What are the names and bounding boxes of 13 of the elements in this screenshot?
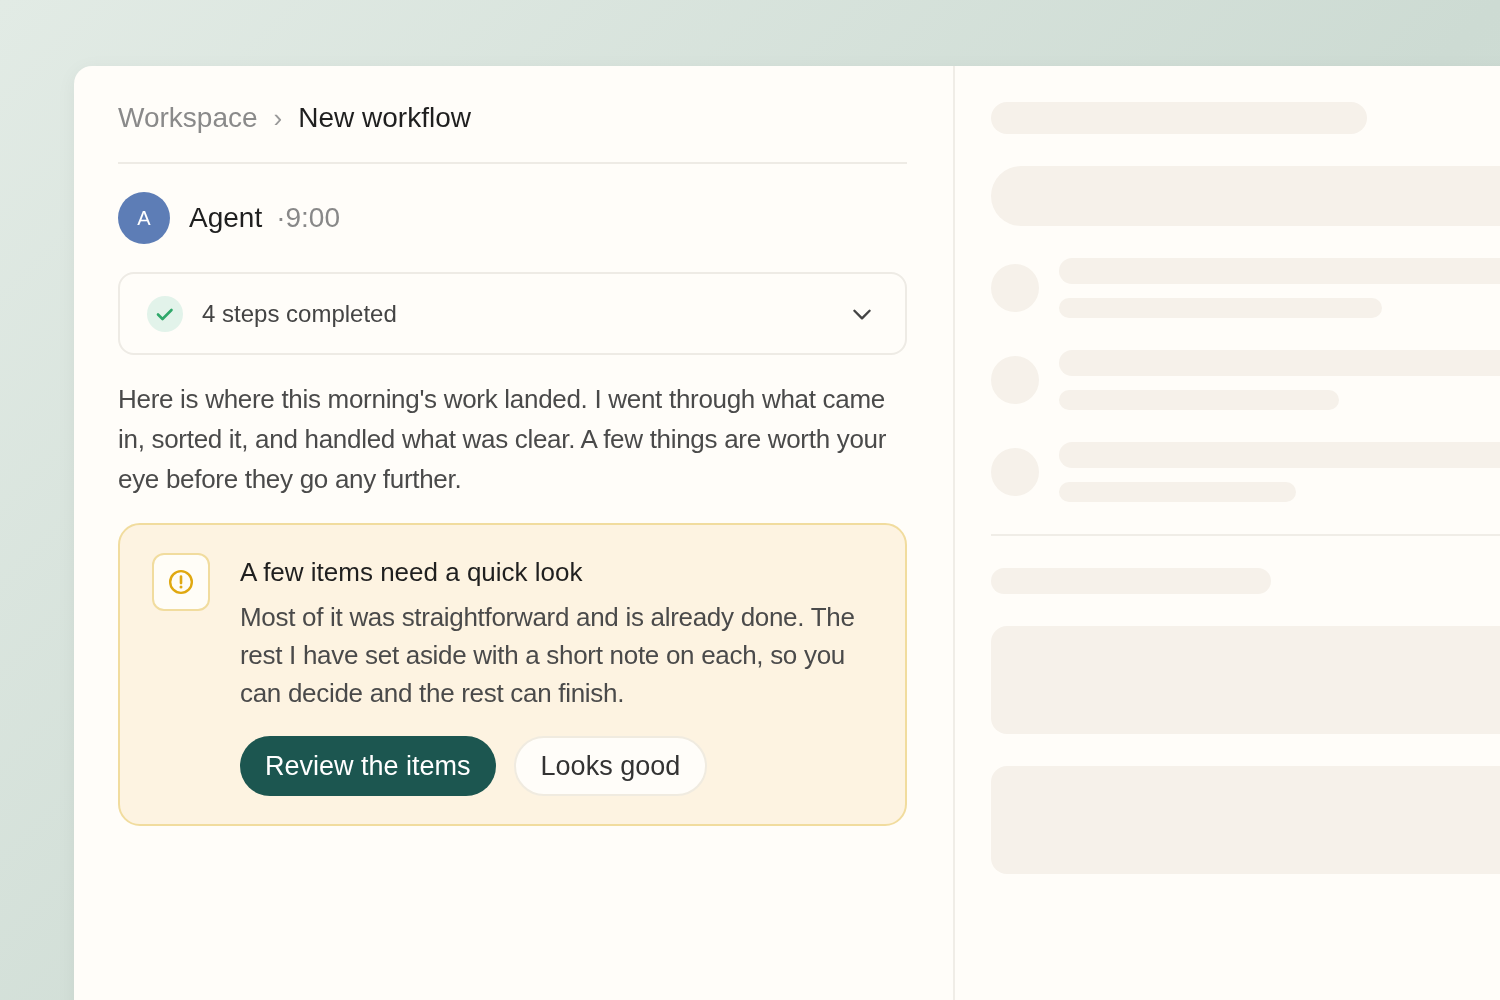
notice-title: A few items need a quick look [240, 557, 584, 588]
check-icon [147, 295, 183, 332]
author-name: Agent [189, 202, 263, 234]
warning-icon [152, 553, 210, 611]
approve-button[interactable]: Looks good [513, 736, 708, 796]
breadcrumb-separator: › [273, 102, 283, 134]
notice-text: Most of it was straightforward and is already done. The rest I have set aside with a short note on each, so you can decide and the rest can finish. [240, 601, 856, 710]
steps-dropdown[interactable]: 4 steps completed [118, 272, 907, 355]
avatar: A [118, 192, 170, 244]
review-button[interactable]: Review the items [240, 736, 496, 796]
message-time: ·9:00 [276, 202, 340, 234]
breadcrumb-item[interactable]: New workflow [298, 102, 471, 134]
message-text: Here is where this morning's work landed. I went through what came in, sorted it, and handled what was clear. A few things are worth your eye before they go any further. [118, 383, 888, 496]
